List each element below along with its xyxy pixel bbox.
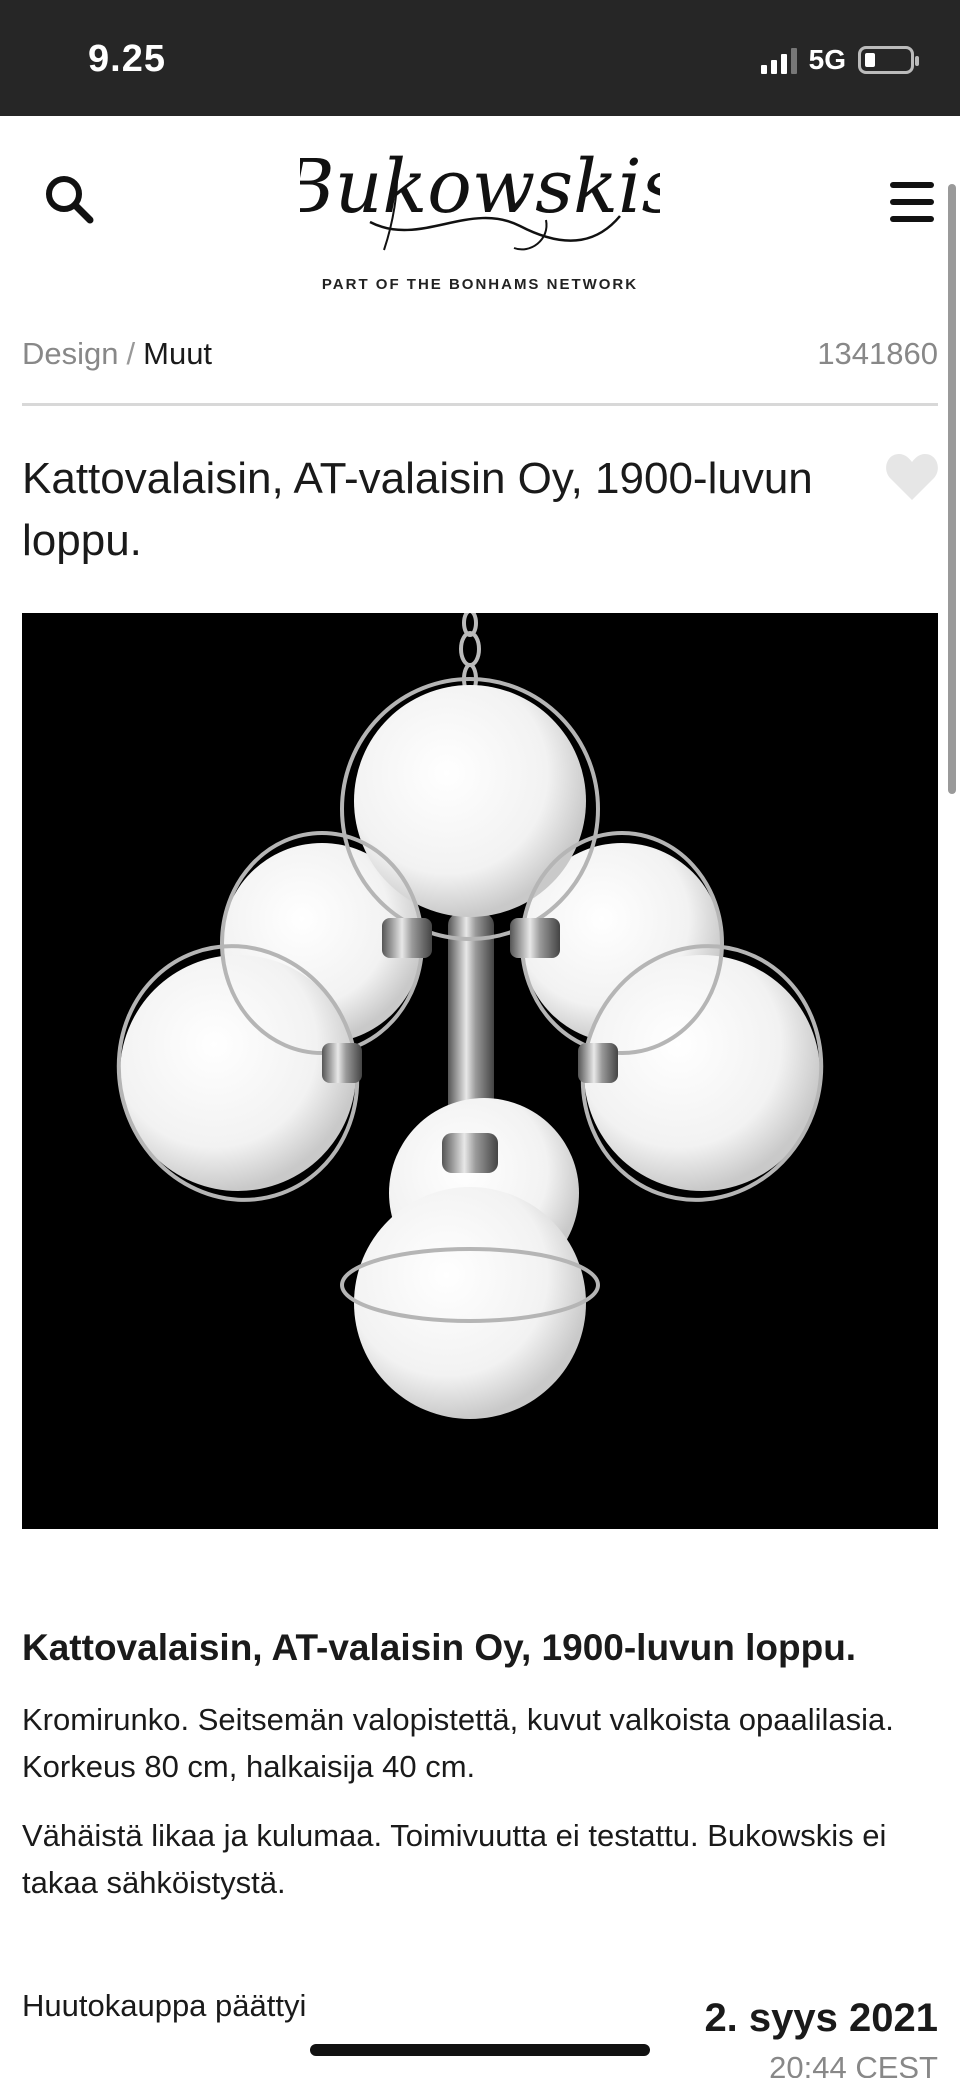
breadcrumb-separator: / xyxy=(126,336,136,371)
breadcrumb-subcategory-link[interactable]: Muut xyxy=(143,336,212,371)
description-title: Kattovalaisin, AT-valaisin Oy, 1900-luvu… xyxy=(22,1627,857,1668)
auction-end-date: 2. syys 2021 xyxy=(704,1996,938,2040)
auction-end-time: 20:44 CEST xyxy=(769,2050,938,2078)
breadcrumb: Design / Muut xyxy=(22,336,212,372)
battery-icon xyxy=(858,46,919,74)
site-header: Bukowskis PART OF THE BONHAMS NETWORK xyxy=(0,116,960,316)
lot-number: 1341860 xyxy=(817,336,938,371)
breadcrumb-category-link[interactable]: Design xyxy=(22,336,119,371)
lot-image[interactable] xyxy=(22,613,938,1529)
status-indicators: 5G xyxy=(760,44,919,76)
heart-icon[interactable] xyxy=(884,452,940,502)
description-paragraph: Kromirunko. Seitsemän valopistettä, kuvu… xyxy=(22,1702,894,1784)
network-type: 5G xyxy=(808,44,846,75)
status-time: 9.25 xyxy=(88,38,166,80)
status-bar: 9.25 5G xyxy=(0,0,960,116)
scrollbar[interactable] xyxy=(948,184,956,794)
description-condition: Vähäistä likaa ja kulumaa. Toimivuutta e… xyxy=(22,1818,887,1900)
signal-icon xyxy=(760,46,797,74)
tagline: PART OF THE BONHAMS NETWORK xyxy=(321,276,639,293)
bukowskis-logo[interactable]: Bukowskis xyxy=(278,130,680,270)
auction-ended-label: Huutokauppa päättyi xyxy=(22,1988,307,2023)
home-indicator[interactable] xyxy=(310,2044,650,2056)
lot-title: Kattovalaisin, AT-valaisin Oy, 1900-luvu… xyxy=(22,454,813,565)
divider xyxy=(22,403,938,406)
lamp-photo xyxy=(22,613,938,1529)
hamburger-menu-icon[interactable] xyxy=(884,174,940,230)
search-icon[interactable] xyxy=(40,170,100,230)
